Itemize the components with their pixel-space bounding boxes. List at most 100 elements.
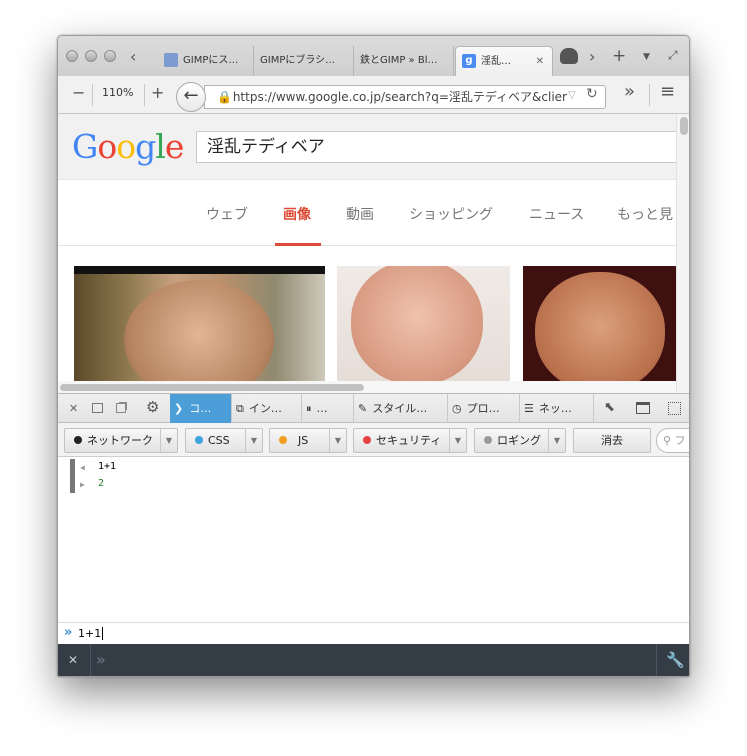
filter-label: ネットワーク [87, 434, 153, 447]
back-button[interactable]: ← [176, 82, 206, 112]
scrollbar-thumb[interactable] [60, 384, 364, 391]
devtools-tab-inspector[interactable]: ⧉ イン… [232, 394, 302, 423]
input-caret-icon: ◀ [80, 463, 85, 472]
zoom-out-button[interactable]: − [72, 85, 85, 101]
console-output: ◀ 1+1 ▶ 2 [58, 457, 689, 622]
tab-gimp-1[interactable]: GIMPにス… [158, 46, 254, 76]
tab-web[interactable]: ウェブ [206, 204, 248, 224]
page-content: Google 淫乱テディベア ウェブ 画像 動画 ショッピング ニュース もっと… [58, 114, 676, 381]
horizontal-scrollbar[interactable] [58, 381, 676, 393]
zoom-in-button[interactable]: + [151, 85, 164, 101]
lock-icon: 🔒 [217, 90, 232, 104]
security-dot-icon [363, 436, 371, 444]
output-caret-icon: ▶ [80, 480, 85, 489]
devtools-tab-debugger[interactable]: ⏸… [302, 394, 354, 423]
tab-label: ネッ… [538, 402, 572, 415]
dock-window-icon[interactable] [116, 403, 126, 413]
filter-label: セキュリティ [376, 434, 442, 447]
new-tab-button[interactable]: + [612, 48, 626, 65]
tab-label: 淫乱… [481, 56, 511, 67]
tab-shopping[interactable]: ショッピング [409, 204, 493, 224]
developer-toolbar: ✕ » 🔧 [58, 644, 689, 676]
dock-side-icon[interactable] [92, 403, 103, 413]
image-result-3[interactable] [523, 266, 676, 381]
close-window-button[interactable] [66, 50, 78, 62]
console-icon: ❯ [174, 402, 184, 415]
devtools-toolbar: ✕ ⚙ ❯ コ… ⧉ イン… ⏸… ✎ スタイル… ◷ プロ… ☰ ネッ… ⬉ [58, 393, 689, 423]
filter-search-input[interactable]: ⚲ フ [656, 428, 689, 453]
scrollbar-thumb[interactable] [680, 117, 688, 135]
tab-label: GIMPにス… [183, 55, 239, 66]
tab-strip: ‹ GIMPにス… GIMPにブラシ… 鉄とGIMP » Bl… g 淫乱… ✕ … [58, 36, 689, 76]
tab-gimp-3[interactable]: 鉄とGIMP » Bl… [354, 46, 454, 76]
image-result-1[interactable] [74, 266, 325, 381]
google-search-tabs: ウェブ 画像 動画 ショッピング ニュース もっと見 [58, 180, 676, 246]
image-result-2[interactable] [337, 266, 510, 381]
tab-more[interactable]: もっと見 [617, 204, 673, 224]
devtools-tab-profiler[interactable]: ◷ プロ… [448, 394, 520, 423]
zoom-level[interactable]: 110% [102, 86, 133, 99]
filter-placeholder: フ [674, 434, 686, 447]
filter-js-button[interactable]: JS ▼ [269, 428, 347, 453]
inspector-icon: ⧉ [236, 402, 244, 415]
chevron-down-icon[interactable]: ▼ [245, 429, 262, 452]
prompt-icon: » [64, 625, 73, 640]
tab-images[interactable]: 画像 [283, 204, 311, 224]
tab-scroll-left-icon[interactable]: ‹ [130, 49, 136, 65]
globe-icon [164, 53, 178, 67]
clear-console-button[interactable]: 消去 [573, 428, 651, 453]
tab-google-active[interactable]: g 淫乱… ✕ [455, 46, 553, 76]
tab-gimp-2[interactable]: GIMPにブラシ… [254, 46, 354, 76]
reload-icon[interactable]: ↻ [586, 86, 598, 102]
overflow-menu-button[interactable]: » [624, 83, 635, 101]
pick-element-icon[interactable]: ⬉ [604, 400, 615, 416]
console-input[interactable]: 1+1 [78, 627, 104, 640]
console-result: 2 [98, 478, 105, 489]
tab-label: 鉄とGIMP » Bl… [360, 55, 438, 66]
devtools-tab-console[interactable]: ❯ コ… [170, 394, 232, 423]
close-toolbar-icon[interactable]: ✕ [68, 653, 78, 667]
list-tabs-icon[interactable]: ▼ [643, 49, 650, 65]
filter-network-button[interactable]: ネットワーク ▼ [64, 428, 178, 453]
responsive-mode-icon[interactable] [668, 402, 681, 415]
fullscreen-icon[interactable]: ⤢ [668, 47, 678, 63]
dropdown-chevron-icon[interactable]: ▽ [568, 90, 576, 101]
tab-scroll-right-icon[interactable]: › [589, 49, 595, 65]
wrench-icon[interactable]: 🔧 [666, 651, 685, 669]
stopwatch-icon: ◷ [452, 402, 462, 415]
console-input-line[interactable]: » 1+1 [58, 622, 689, 644]
filter-logging-button[interactable]: ロギング ▼ [474, 428, 566, 453]
tab-videos[interactable]: 動画 [346, 204, 374, 224]
tab-label: … [316, 402, 328, 415]
chevron-down-icon[interactable]: ▼ [329, 429, 346, 452]
gear-icon[interactable]: ⚙ [146, 399, 159, 415]
js-dot-icon [279, 436, 287, 444]
tab-close-icon[interactable]: ✕ [536, 47, 544, 76]
filter-label: ロギング [497, 434, 541, 447]
google-search-input[interactable]: 淫乱テディベア [196, 131, 676, 163]
url-bar[interactable]: 🔒 https://www.google.co.jp/search?q=淫乱テデ… [204, 85, 606, 109]
chevron-down-icon[interactable]: ▼ [160, 429, 177, 452]
zoom-window-button[interactable] [104, 50, 116, 62]
command-prompt[interactable]: » [96, 650, 106, 669]
chevron-down-icon[interactable]: ▼ [449, 429, 466, 452]
tab-label: イン… [248, 402, 282, 415]
gimp-tab-icon[interactable] [560, 48, 578, 64]
logging-dot-icon [484, 436, 492, 444]
close-devtools-icon[interactable]: ✕ [69, 401, 78, 417]
devtools-tab-network[interactable]: ☰ ネッ… [520, 394, 594, 423]
minimize-window-button[interactable] [85, 50, 97, 62]
vertical-scrollbar[interactable] [676, 114, 689, 393]
search-icon: ⚲ [663, 434, 672, 447]
devtools-tab-style-editor[interactable]: ✎ スタイル… [354, 394, 448, 423]
hamburger-menu-button[interactable]: ≡ [660, 83, 675, 101]
chevron-down-icon[interactable]: ▼ [548, 429, 565, 452]
google-logo[interactable]: Google [72, 127, 184, 166]
tab-news[interactable]: ニュース [529, 204, 584, 224]
filter-css-button[interactable]: CSS ▼ [185, 428, 263, 453]
scratchpad-icon[interactable] [636, 402, 650, 414]
tab-label: コ… [189, 402, 212, 415]
filter-security-button[interactable]: セキュリティ ▼ [353, 428, 467, 453]
network-dot-icon [74, 436, 82, 444]
tab-label: GIMPにブラシ… [260, 55, 336, 66]
